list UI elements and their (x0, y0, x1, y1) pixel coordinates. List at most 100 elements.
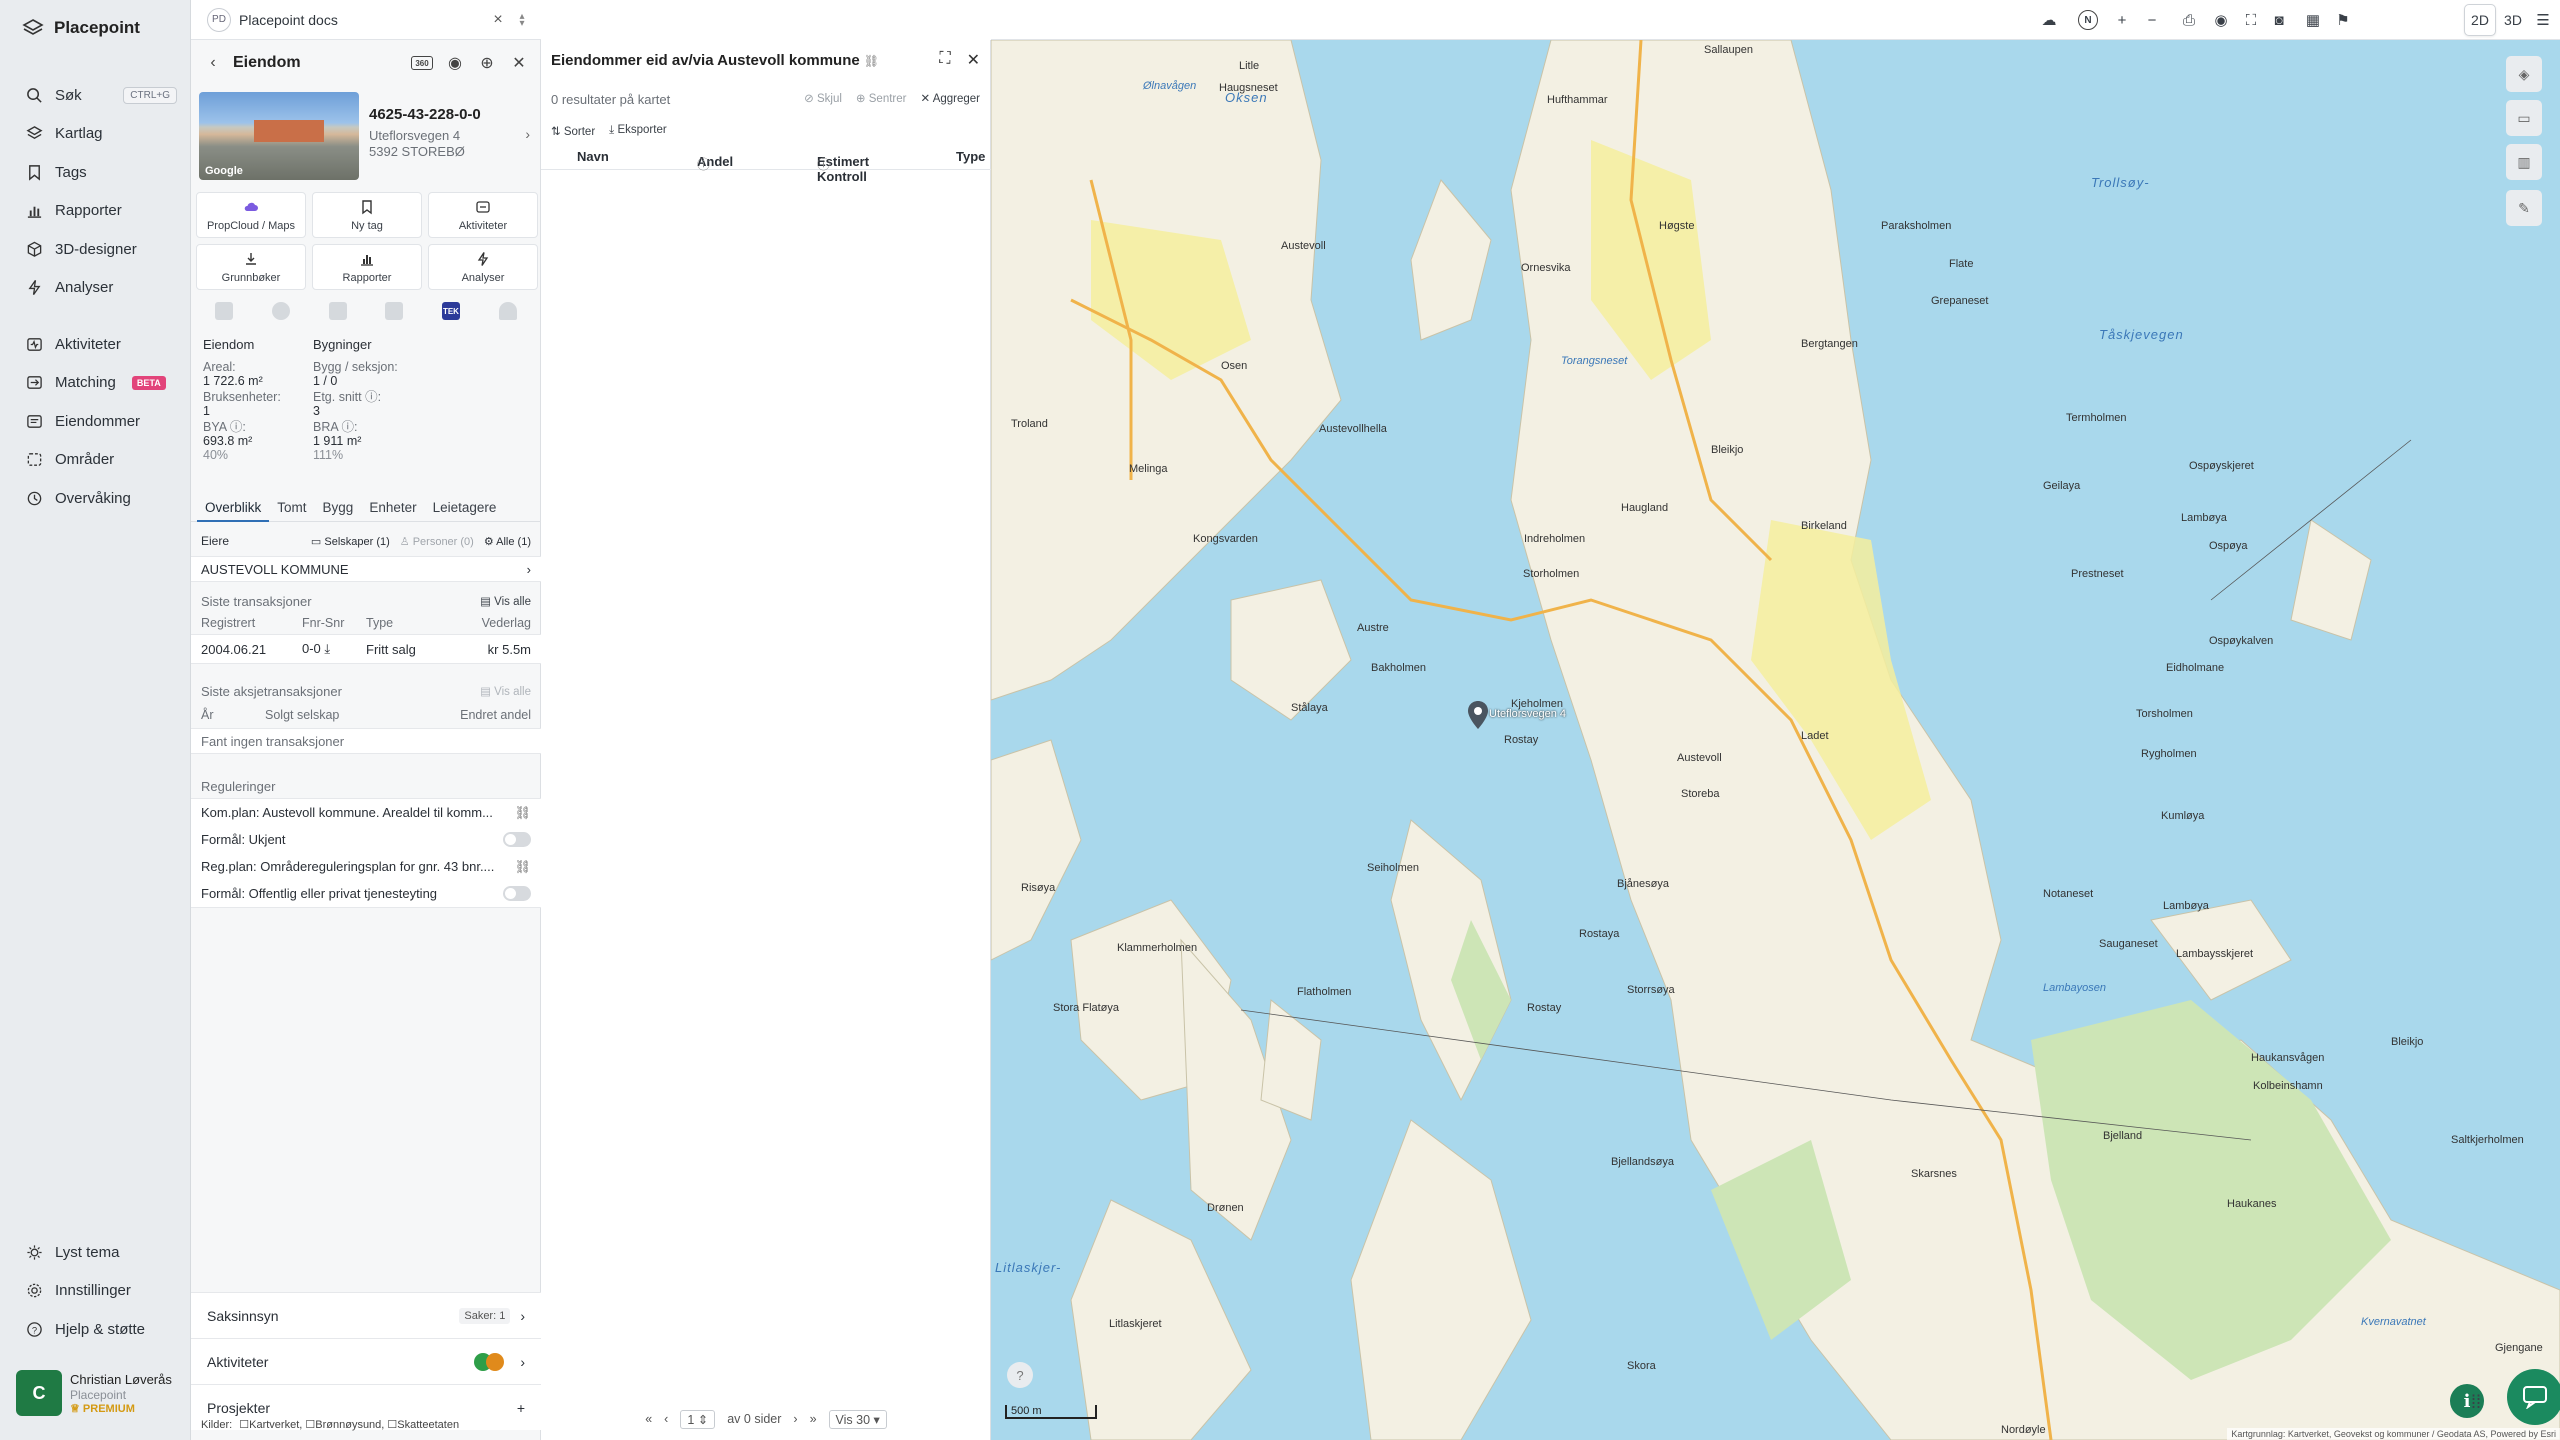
tab-enheter[interactable]: Enheter (361, 496, 424, 522)
filter-companies[interactable]: ▭ Selskaper (1) (311, 535, 390, 548)
regulation-toggle[interactable] (503, 832, 531, 847)
last-page-icon[interactable]: » (810, 1412, 817, 1426)
download-icon[interactable]: ⤓ (324, 641, 330, 656)
chevron-updown-icon[interactable]: ▴ ▾ (515, 11, 529, 28)
workspace-tab[interactable]: PD Placepoint docs × ▴ ▾ (191, 0, 541, 40)
nav-item-matching[interactable]: Matching BETA (0, 364, 191, 403)
link-icon[interactable]: ⛓ (864, 54, 879, 68)
nav-item-hjelp[interactable]: ? Hjelp & støtte (0, 1310, 191, 1349)
map-canvas[interactable]: Oksen Trollsøy- Tåskjevegen Litlaskjer- … (991, 40, 2560, 1440)
nav-item-3d-designer[interactable]: 3D-designer (0, 230, 191, 269)
analyses-button[interactable]: Analyser (428, 244, 538, 290)
street-view-360-icon[interactable]: 360 (411, 56, 433, 70)
nav-item-rapporter[interactable]: Rapporter (0, 192, 191, 231)
nav-item-tags[interactable]: Tags (0, 153, 191, 192)
hide-button[interactable]: ⊘ Skjul (804, 91, 842, 105)
close-icon[interactable]: ✕ (509, 53, 529, 73)
compass-icon[interactable]: N (2078, 10, 2098, 30)
grid-icon[interactable]: ▦ (2303, 10, 2323, 30)
nav-item-kartlag[interactable]: Kartlag (0, 115, 191, 154)
regulation-row[interactable]: Reg.plan: Områdereguleringsplan for gnr.… (191, 853, 541, 880)
close-icon[interactable]: × (489, 11, 507, 29)
eye-icon[interactable]: ◉ (2211, 10, 2231, 30)
aggregate-button[interactable]: ✕ Aggreger (920, 91, 980, 105)
eye-icon[interactable]: ◉ (445, 53, 465, 73)
export-button[interactable]: ⤓ Eksporter (609, 124, 667, 138)
sort-button[interactable]: ⇅ Sorter (551, 124, 595, 138)
col-header[interactable]: Type (956, 149, 985, 164)
print-icon[interactable]: ⎙ (2179, 10, 2199, 30)
source-link[interactable]: ☐Brønnøysund (305, 1419, 381, 1431)
mode-3d-button[interactable]: 3D (2497, 4, 2529, 36)
regulation-toggle[interactable] (503, 886, 531, 901)
tab-bygg[interactable]: Bygg (315, 496, 362, 522)
nav-item-eiendommer[interactable]: Eiendommer (0, 402, 191, 441)
fullscreen-icon[interactable]: ⛶ (2241, 10, 2261, 30)
source-link[interactable]: ☐Skatteetaten (387, 1419, 459, 1431)
reports-button[interactable]: Rapporter (312, 244, 422, 290)
map-tool-layers-icon[interactable]: ◈ (2506, 56, 2542, 92)
col-header[interactable]: Navn (577, 149, 609, 164)
bookmark-icon[interactable]: ⚑ (2333, 10, 2353, 30)
link-icon[interactable]: ⛓ (514, 805, 531, 821)
zoom-in-icon[interactable]: + (2112, 10, 2132, 30)
layer-toggle-icon[interactable] (271, 302, 290, 320)
map-tool-ruler-icon[interactable]: ▭ (2506, 100, 2542, 136)
nav-item-overvaking[interactable]: Overvåking (0, 479, 191, 518)
nav-item-sok[interactable]: Søk CTRL+G (0, 76, 191, 115)
aktiviteter-row[interactable]: Aktiviteter › (191, 1338, 541, 1384)
filter-persons[interactable]: ♙ Personer (0) (400, 535, 474, 548)
tab-leietagere[interactable]: Leietagere (425, 496, 505, 522)
chat-button[interactable] (2507, 1369, 2560, 1425)
nav-item-innstillinger[interactable]: Innstillinger (0, 1272, 191, 1311)
chevron-right-icon[interactable]: › (525, 126, 530, 142)
page-input[interactable]: 1 ⇕ (680, 1409, 716, 1429)
close-icon[interactable]: ✕ (967, 50, 980, 70)
owner-row[interactable]: AUSTEVOLL KOMMUNE › (191, 556, 541, 582)
zoom-out-icon[interactable]: − (2142, 10, 2162, 30)
nav-item-omrader[interactable]: Områder (0, 441, 191, 480)
layer-toggle-icon[interactable] (498, 302, 517, 320)
tab-tomt[interactable]: Tomt (269, 496, 314, 522)
saksinnsyn-row[interactable]: Saksinnsyn Saker: 1 › (191, 1292, 541, 1338)
property-marker[interactable]: Uteflorsvegen 4 (1467, 700, 1566, 733)
next-page-icon[interactable]: › (793, 1412, 797, 1426)
nav-item-lyst-tema[interactable]: Lyst tema (0, 1233, 191, 1272)
link-icon[interactable]: ⛓ (514, 859, 531, 875)
back-icon[interactable]: ‹ (203, 53, 223, 73)
plus-icon[interactable]: + (517, 1400, 525, 1416)
layer-toggle-icon[interactable] (328, 302, 347, 320)
brand[interactable]: Placepoint (22, 18, 140, 38)
map-help-icon[interactable]: ? (1007, 1362, 1033, 1388)
first-page-icon[interactable]: « (645, 1412, 652, 1426)
property-info[interactable]: 4625-43-228-0-0 Uteflorsvegen 4 5392 STO… (369, 106, 534, 160)
table-row[interactable]: 2004.06.21 0-0 ⤓ Fritt salg kr 5.5m (191, 634, 541, 664)
target-icon[interactable]: ⊕ (477, 53, 497, 73)
street-photo[interactable]: Google (199, 92, 359, 180)
map-tool-draw-icon[interactable]: ✎ (2506, 190, 2542, 226)
layer-toggle-icon[interactable] (385, 302, 404, 320)
view-all-link[interactable]: ▤ Vis alle (480, 684, 531, 698)
per-page-select[interactable]: Vis 30 ▾ (828, 1409, 887, 1429)
prev-page-icon[interactable]: ‹ (664, 1412, 668, 1426)
activities-button[interactable]: Aktiviteter (428, 192, 538, 238)
drag-handle-icon[interactable]: ⁞⁞ (2471, 1392, 2481, 1413)
expand-icon[interactable]: ⛶ (939, 50, 950, 70)
grunnboker-button[interactable]: Grunnbøker (196, 244, 306, 290)
camera-icon[interactable]: ◙ (2269, 10, 2289, 30)
source-link[interactable]: ☐Kartverket (239, 1419, 299, 1431)
tab-overblikk[interactable]: Overblikk (197, 496, 270, 522)
filter-all[interactable]: ⚙ Alle (1) (484, 535, 531, 548)
mode-2d-button[interactable]: 2D (2464, 4, 2496, 36)
user-profile[interactable]: C Christian Løverås Placepoint ♕ PREMIUM (16, 1370, 181, 1420)
center-button[interactable]: ⊕ Sentrer (856, 91, 907, 105)
satellite-icon[interactable]: ☁ (2039, 10, 2059, 30)
view-all-link[interactable]: ▤ Vis alle (480, 594, 531, 608)
nav-item-analyser[interactable]: Analyser (0, 269, 191, 308)
new-tag-button[interactable]: Ny tag (312, 192, 422, 238)
map-tool-chart-icon[interactable]: ▥ (2506, 144, 2542, 180)
propcloud-button[interactable]: PropCloud / Maps (196, 192, 306, 238)
regulation-row[interactable]: Kom.plan: Austevoll kommune. Arealdel ti… (191, 799, 541, 826)
tek-layer-icon[interactable]: TEK (441, 302, 460, 320)
menu-icon[interactable]: ☰ (2533, 10, 2553, 30)
